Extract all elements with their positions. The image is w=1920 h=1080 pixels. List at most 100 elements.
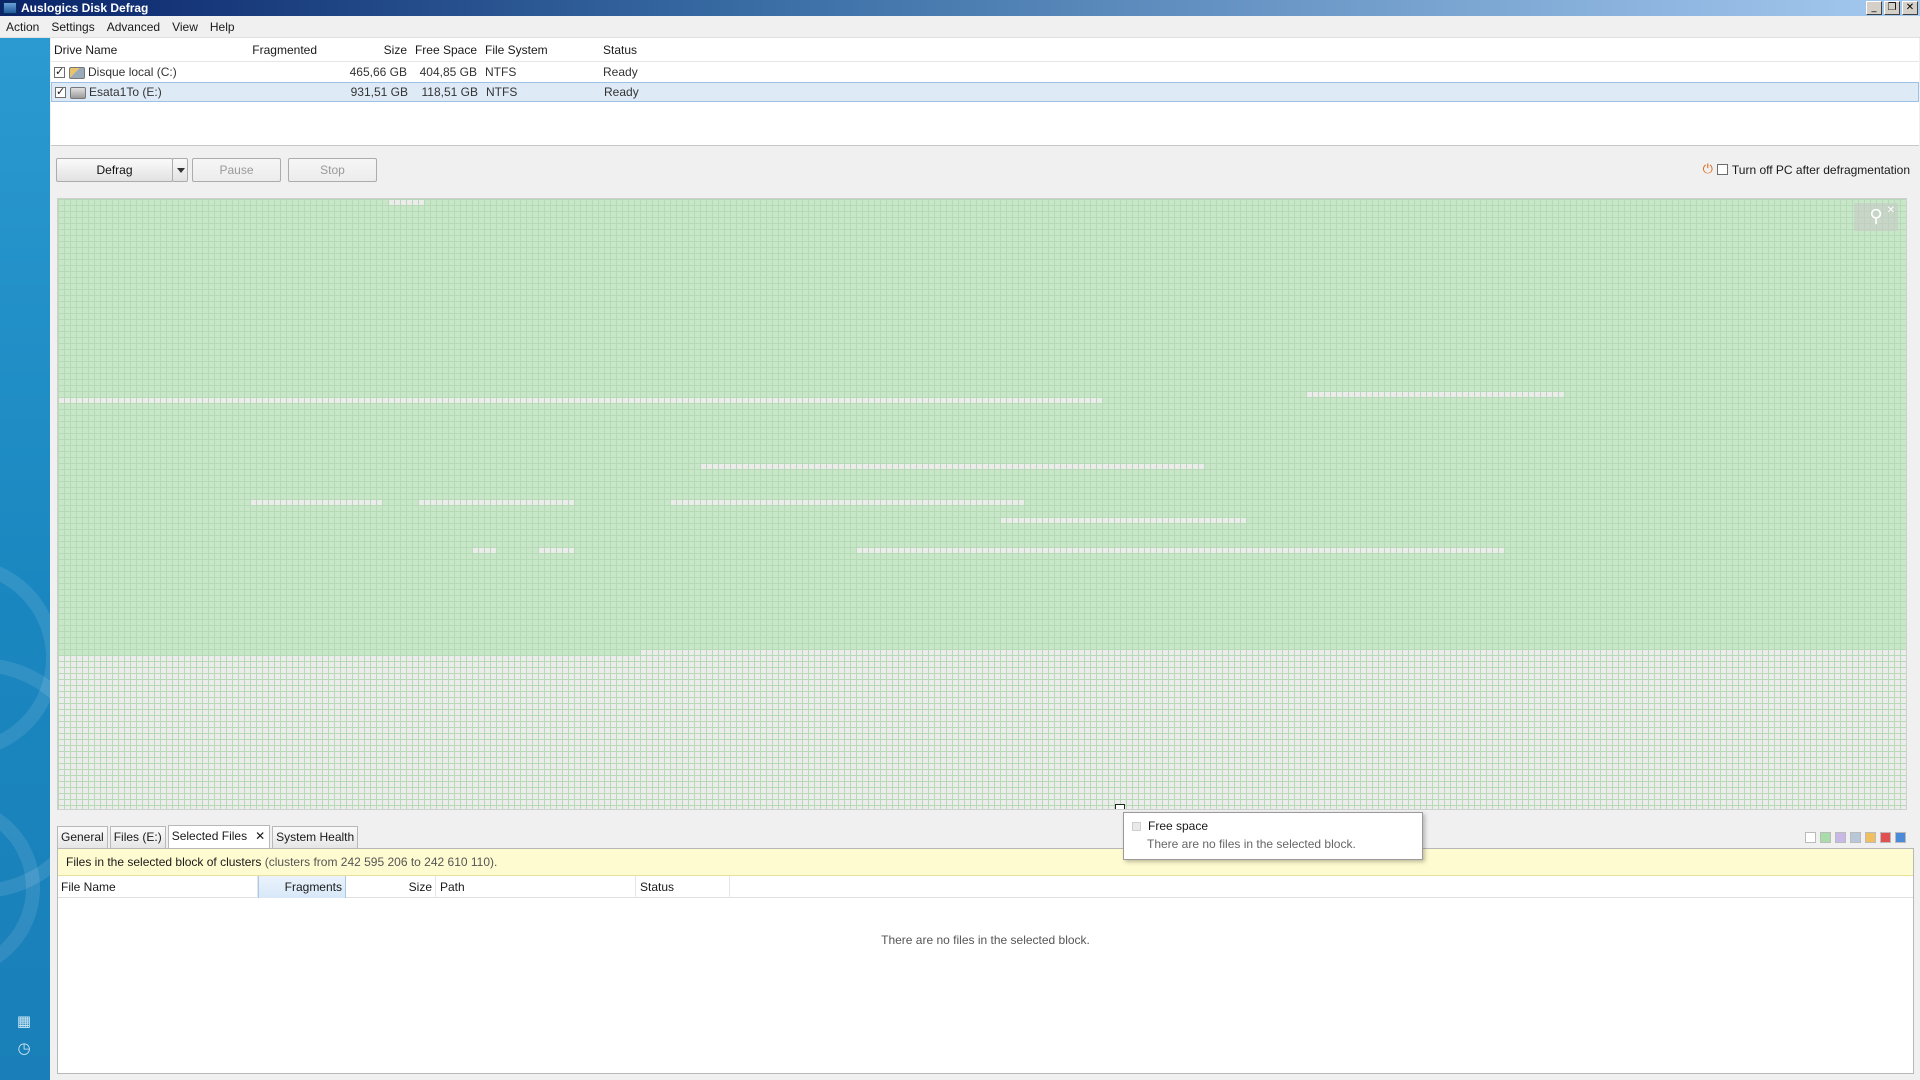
used-cluster [1607,230,1612,235]
menu-settings[interactable]: Settings [45,20,100,34]
cluster-map[interactable]: ⚲ ✕ [57,198,1907,810]
used-cluster [983,212,988,217]
minimize-button[interactable]: _ [1866,1,1882,15]
turn-off-checkbox[interactable] [1716,164,1728,175]
used-cluster [1799,206,1804,211]
drive-checkbox[interactable] [55,85,66,99]
used-cluster [1235,230,1240,235]
used-cluster [1751,248,1756,253]
used-cluster [749,236,754,241]
used-cluster [1085,236,1090,241]
used-cluster [1625,242,1630,247]
used-cluster [299,236,304,241]
close-button[interactable]: ✕ [1902,1,1918,15]
drive-checkbox[interactable] [54,65,65,79]
used-cluster [1307,200,1312,205]
used-cluster [305,242,310,247]
col-status[interactable]: Status [597,43,717,57]
used-cluster [1571,260,1576,265]
used-cluster [1889,254,1894,259]
used-cluster [1739,206,1744,211]
used-cluster [875,236,880,241]
used-cluster [281,290,286,295]
used-cluster [557,278,562,283]
used-cluster [755,284,760,289]
used-cluster [1103,266,1108,271]
used-cluster [119,260,124,265]
used-cluster [563,212,568,217]
used-cluster [935,212,940,217]
used-cluster [113,248,118,253]
col-drive-name[interactable]: Drive Name [51,43,221,57]
menu-advanced[interactable]: Advanced [101,20,166,34]
used-cluster [1031,224,1036,229]
menu-action[interactable]: Action [0,20,45,34]
used-cluster [497,272,502,277]
cluster-grid[interactable] [58,199,1907,810]
restore-button[interactable]: ❐ [1884,1,1900,15]
col-free-space[interactable]: Free Space [411,43,481,57]
used-cluster [125,248,130,253]
defrag-dropdown-button[interactable] [172,158,188,182]
used-cluster [371,200,376,205]
drive-row-e[interactable]: Esata1To (E:) 931,51 GB 118,51 GB NTFS R… [51,82,1919,102]
used-cluster [287,248,292,253]
used-cluster [1697,236,1702,241]
drive-row-c[interactable]: Disque local (C:) 465,66 GB 404,85 GB NT… [51,62,1919,82]
used-cluster [749,212,754,217]
used-cluster [827,290,832,295]
used-cluster [143,260,148,265]
used-cluster [1793,260,1798,265]
used-cluster [461,242,466,247]
col-file-system[interactable]: File System [481,43,597,57]
used-cluster [1205,200,1210,205]
used-cluster [1037,248,1042,253]
used-cluster [989,200,994,205]
used-cluster [1697,284,1702,289]
used-cluster [857,260,862,265]
used-cluster [221,218,226,223]
used-cluster [389,242,394,247]
used-cluster [1835,290,1840,295]
used-cluster [1379,218,1384,223]
used-cluster [149,290,154,295]
used-cluster [1175,254,1180,259]
pause-button[interactable]: Pause [192,158,281,182]
used-cluster [1697,272,1702,277]
used-cluster [629,290,634,295]
used-cluster [1271,212,1276,217]
used-cluster [1415,230,1420,235]
used-cluster [809,206,814,211]
used-cluster [1109,254,1114,259]
col-size[interactable]: Size [321,43,411,57]
used-cluster [1355,218,1360,223]
clock-icon[interactable]: ◷ [15,1040,33,1058]
used-cluster [1109,248,1114,253]
used-cluster [707,266,712,271]
used-cluster [1097,248,1102,253]
menu-help[interactable]: Help [204,20,241,34]
used-cluster [431,224,436,229]
used-cluster [1421,272,1426,277]
used-cluster [233,200,238,205]
used-cluster [101,272,106,277]
used-cluster [1607,272,1612,277]
used-cluster [1649,212,1654,217]
used-cluster [497,242,502,247]
used-cluster [1307,224,1312,229]
defrag-button[interactable]: Defrag [56,158,173,182]
stop-button[interactable]: Stop [288,158,377,182]
used-cluster [1199,248,1204,253]
used-cluster [527,254,532,259]
col-fragmented[interactable]: Fragmented [221,43,321,57]
used-cluster [389,206,394,211]
used-cluster [1289,284,1294,289]
used-cluster [299,224,304,229]
used-cluster [329,206,334,211]
external-drive-icon [70,86,86,99]
used-cluster [869,230,874,235]
schedule-icon[interactable]: ▦ [15,1013,33,1031]
used-cluster [335,284,340,289]
menu-view[interactable]: View [166,20,204,34]
used-cluster [1151,242,1156,247]
